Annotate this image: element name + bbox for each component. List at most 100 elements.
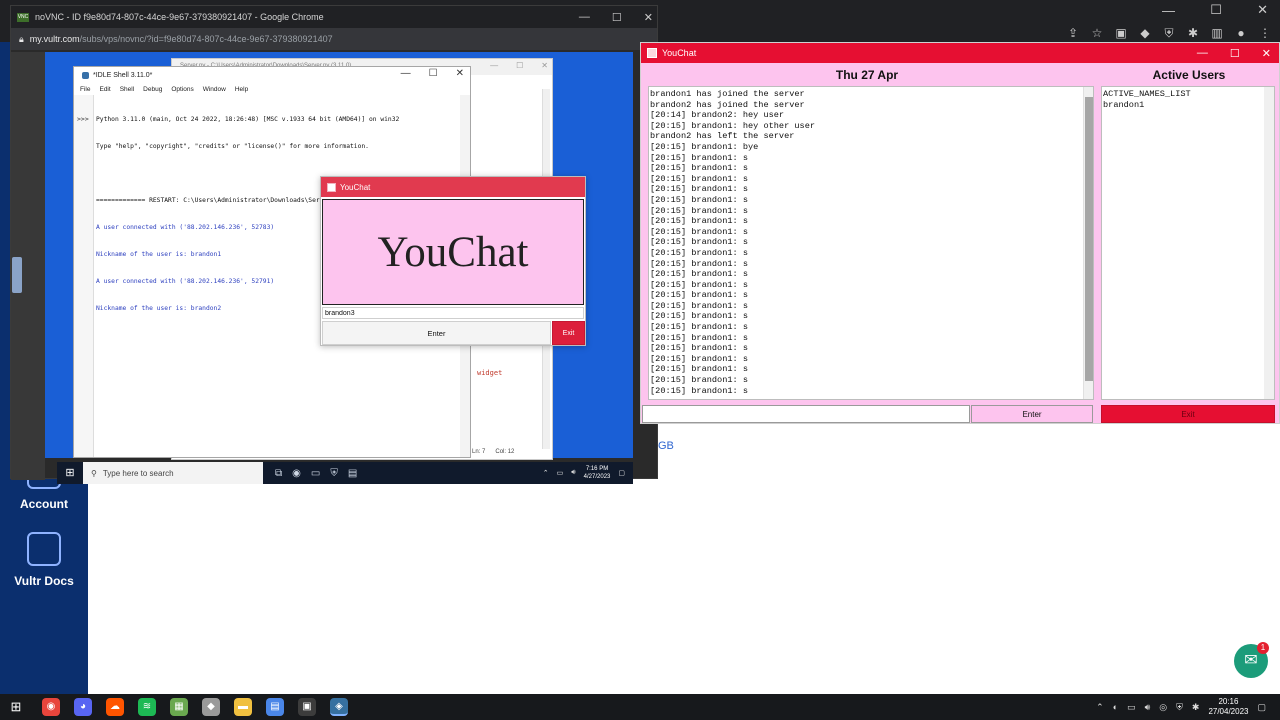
address-bar[interactable]: 🔒︎ my.vultr.com/subs/vps/novnc/?id=f9e80… <box>11 28 657 50</box>
chevron-up-icon[interactable]: ⌃ <box>1096 702 1104 713</box>
shield-icon[interactable]: ⛨ <box>1176 702 1183 713</box>
spotify-icon[interactable]: ≋ <box>138 698 156 716</box>
chrome-icon[interactable]: ◉ <box>42 698 60 716</box>
kebab-menu-icon[interactable]: ⋮ <box>1258 26 1272 41</box>
windows-start-icon[interactable]: ⊞ <box>0 694 32 720</box>
menu-help[interactable]: Help <box>235 86 248 93</box>
minimize-icon[interactable]: — <box>1162 3 1175 18</box>
maximize-icon[interactable]: ☐ <box>1210 2 1222 18</box>
message-item: brandon2 has left the server <box>650 131 795 142</box>
clock-time: 7:16 PM <box>585 466 609 472</box>
menu-shell[interactable]: Shell <box>120 86 134 93</box>
maximize-icon[interactable]: ☐ <box>429 68 438 79</box>
close-icon[interactable]: ✕ <box>1262 47 1271 60</box>
taskbar-clock[interactable]: 20:16 27/04/2023 <box>1208 697 1248 717</box>
maximize-icon[interactable]: ☐ <box>612 11 622 24</box>
chat-icon: ✉ <box>1244 652 1258 669</box>
menu-window[interactable]: Window <box>203 86 226 93</box>
message-item: [20:15] brandon1: s <box>650 311 748 322</box>
windows-start-icon[interactable]: ⊞ <box>57 462 83 484</box>
network-icon[interactable]: ▭ <box>1127 702 1136 713</box>
store-icon[interactable]: ⛨ <box>330 468 338 479</box>
soundcloud-icon[interactable]: ☁ <box>106 698 124 716</box>
avatar[interactable]: ● <box>1234 26 1248 41</box>
user-list: ACTIVE_NAMES_LIST brandon1 <box>1103 89 1263 110</box>
headset-icon[interactable]: ◐ <box>1113 702 1118 712</box>
exit-button[interactable]: Exit <box>1101 405 1275 423</box>
language-icon[interactable]: ✱ <box>1192 702 1200 713</box>
message-log[interactable]: brandon1 has joined the server brandon2 h… <box>648 86 1094 400</box>
message-item: brandon2 has joined the server <box>650 99 805 110</box>
volume-icon[interactable]: 🔊︎ <box>1145 702 1151 713</box>
edge-icon[interactable]: ◉ <box>292 468 301 479</box>
exit-button[interactable]: Exit <box>552 321 585 345</box>
chevron-up-icon[interactable]: ⌃ <box>543 469 549 477</box>
close-icon[interactable]: ✕ <box>541 61 548 70</box>
notification-icon[interactable]: ▢ <box>1257 702 1266 713</box>
network-icon[interactable]: ▭ <box>557 469 564 477</box>
message-input[interactable] <box>642 405 970 423</box>
notification-icon[interactable]: ▢ <box>618 469 625 477</box>
menu-edit[interactable]: Edit <box>99 86 110 93</box>
minimize-icon[interactable]: — <box>401 68 411 79</box>
discord-icon[interactable]: ◕ <box>74 698 92 716</box>
window-title: YouChat <box>662 48 697 58</box>
user-item[interactable]: ACTIVE_NAMES_LIST <box>1103 89 1263 100</box>
active-users-header: Active Users <box>1152 68 1226 82</box>
menu-file[interactable]: File <box>80 86 90 93</box>
extension-icon[interactable]: ◆ <box>1138 26 1152 41</box>
puzzle-icon[interactable]: ✱ <box>1186 26 1200 41</box>
novnc-icon: VNC <box>17 12 29 22</box>
task-view-icon[interactable]: ⧉ <box>275 468 282 479</box>
novnc-control-handle[interactable] <box>12 257 22 293</box>
shield-icon[interactable]: ⛨ <box>1162 26 1176 41</box>
active-users-list[interactable]: ACTIVE_NAMES_LIST brandon1 <box>1101 86 1275 400</box>
novnc-sidebar-strip <box>11 52 45 480</box>
scrollbar[interactable] <box>1083 87 1093 399</box>
remote-clock[interactable]: 7:16 PM 4/27/2023 <box>584 465 611 481</box>
close-icon[interactable]: ✕ <box>456 68 464 79</box>
maximize-icon[interactable]: ☐ <box>1230 47 1240 60</box>
bookmark-star-icon[interactable]: ☆ <box>1090 26 1104 41</box>
message-item: [20:15] brandon1: s <box>650 269 748 280</box>
windows-taskbar: ⊞ ◉ ◕ ☁ ≋ ▦ ◆ ▬ ▤ ▣ ◈ ⌃ ◐ ▭ 🔊︎ ◎ ⛨ ✱ 20:16 27/04/… <box>0 694 1280 720</box>
share-icon[interactable]: ⇪ <box>1066 26 1080 41</box>
code-text-fragment: widget <box>477 369 503 377</box>
scrollbar-thumb[interactable] <box>1085 97 1093 381</box>
sidebar-item-vultr-docs[interactable]: Vultr Docs <box>0 532 88 588</box>
extension-icon[interactable]: ▣ <box>1114 26 1128 41</box>
message-item: [20:15] brandon1: s <box>650 184 748 195</box>
minecraft-icon[interactable]: ▦ <box>170 698 188 716</box>
maximize-icon[interactable]: ☐ <box>516 61 523 70</box>
taskbar-apps: ◉ ◕ ☁ ≋ ▦ ◆ ▬ ▤ ▣ ◈ <box>32 698 348 716</box>
status-line: Ln: 7 <box>472 449 486 455</box>
steam-icon[interactable]: ◎ <box>1159 702 1167 713</box>
taskbar-search-box[interactable]: ⚲ Type here to search <box>83 462 263 484</box>
minimize-icon[interactable]: — <box>490 61 498 70</box>
close-icon[interactable]: ✕ <box>644 11 653 24</box>
nickname-input[interactable] <box>322 307 584 319</box>
close-icon[interactable]: ✕ <box>1257 2 1268 18</box>
folder-icon[interactable]: ▬ <box>234 698 252 716</box>
status-bar: Ln: 7 Col: 12 <box>472 449 514 455</box>
notepad-icon[interactable]: ▤ <box>266 698 284 716</box>
terminal-icon[interactable]: ▣ <box>298 698 316 716</box>
volume-icon[interactable]: 🔊︎ <box>571 469 575 477</box>
menu-debug[interactable]: Debug <box>143 86 162 93</box>
menu-options[interactable]: Options <box>171 86 193 93</box>
python-icon[interactable]: ◈ <box>330 698 348 716</box>
user-item[interactable]: brandon1 <box>1103 100 1263 111</box>
python-icon[interactable]: ▤ <box>348 468 357 479</box>
roblox-icon[interactable]: ◆ <box>202 698 220 716</box>
minimize-icon[interactable]: — <box>1197 47 1208 59</box>
enter-button[interactable]: Enter <box>322 321 551 345</box>
sidebar-icon[interactable]: ▥ <box>1210 26 1224 41</box>
message-item: [20:15] brandon1: s <box>650 152 748 163</box>
system-tray: ⌃ ◐ ▭ 🔊︎ ◎ ⛨ ✱ 20:16 27/04/2023 ▢ <box>1096 697 1280 717</box>
send-enter-button[interactable]: Enter <box>971 405 1093 423</box>
window-title-bar: YouChat <box>321 177 585 197</box>
scrollbar[interactable] <box>1264 87 1274 399</box>
minimize-icon[interactable]: — <box>579 11 590 23</box>
novnc-browser-window: VNC noVNC - ID f9e80d74-807c-44ce-9e67-3… <box>10 5 658 484</box>
folder-icon[interactable]: ▭ <box>311 468 320 479</box>
